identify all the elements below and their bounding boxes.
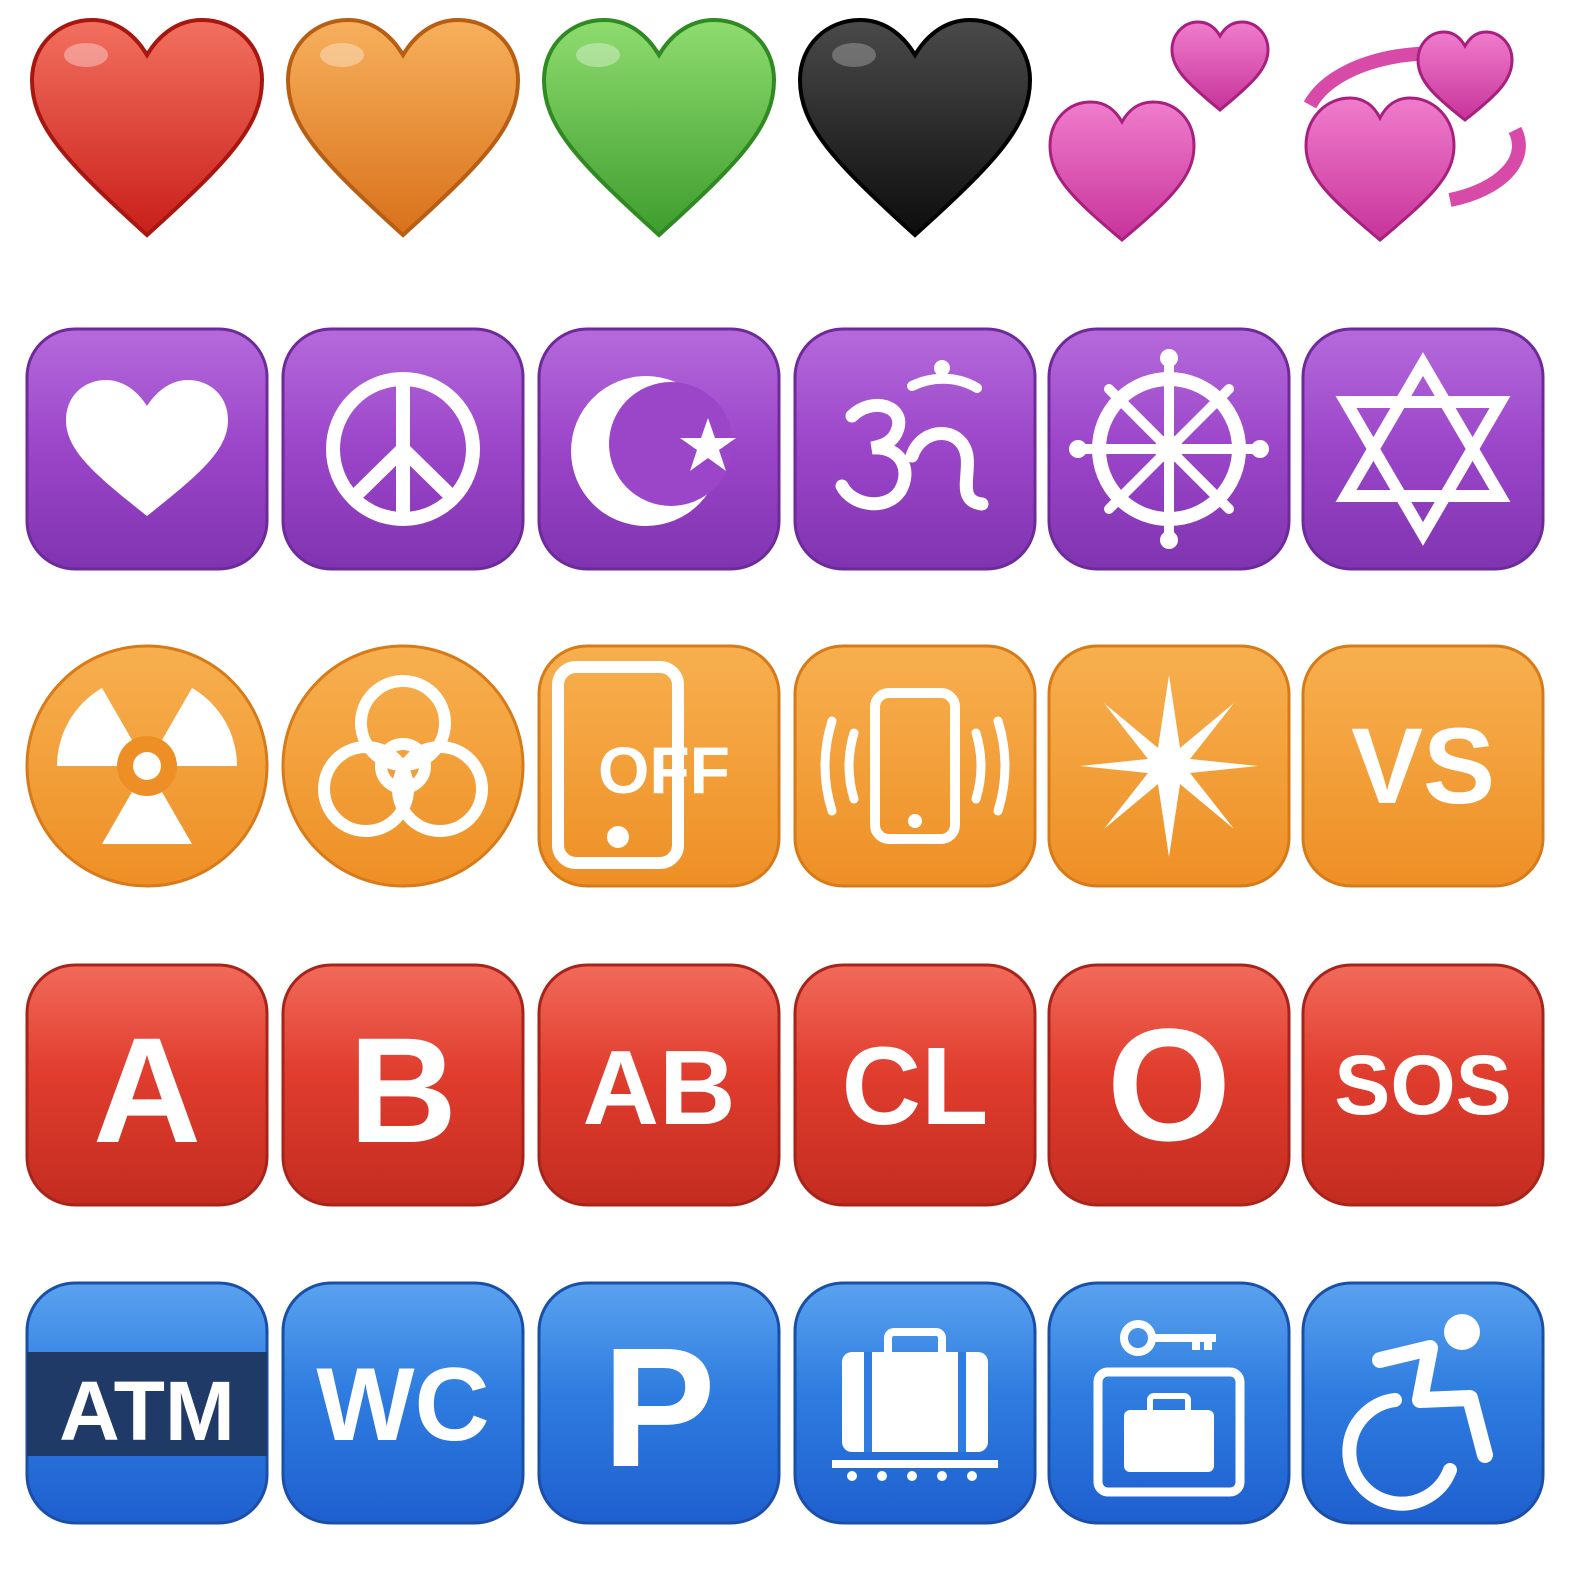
two-hearts-icon xyxy=(1046,10,1292,256)
ab-label: AB xyxy=(582,1029,735,1147)
green-heart-icon xyxy=(536,10,782,256)
sos-label: SOS xyxy=(1334,1038,1511,1132)
cl-label: CL xyxy=(842,1025,989,1148)
sos-button-icon: SOS xyxy=(1300,962,1546,1208)
atm-label: ATM xyxy=(59,1364,235,1458)
emoji-grid: OFF VS A B AB CL O SOS ATM WC P xyxy=(0,0,1584,1592)
water-closet-icon: WC xyxy=(280,1280,526,1526)
vs-button-icon: VS xyxy=(1300,643,1546,889)
off-label: OFF xyxy=(598,733,730,807)
revolving-hearts-icon xyxy=(1300,10,1546,256)
biohazard-icon xyxy=(280,643,526,889)
vs-label: VS xyxy=(1351,705,1495,826)
o-button-icon: O xyxy=(1046,962,1292,1208)
ab-button-icon: AB xyxy=(536,962,782,1208)
p-button-icon: P xyxy=(536,1280,782,1526)
b-label: B xyxy=(349,1006,457,1174)
o-label: O xyxy=(1107,995,1231,1174)
orange-heart-icon xyxy=(280,10,526,256)
star-and-crescent-icon xyxy=(536,326,782,572)
eight-pointed-star-icon xyxy=(1046,643,1292,889)
cl-button-icon: CL xyxy=(792,962,1038,1208)
heart-decoration-icon xyxy=(24,326,270,572)
a-label: A xyxy=(93,1006,201,1174)
p-label: P xyxy=(602,1313,715,1503)
mobile-phone-off-icon: OFF xyxy=(536,643,782,889)
atm-sign-icon: ATM xyxy=(24,1280,270,1526)
vibration-mode-icon xyxy=(792,643,1038,889)
wheelchair-symbol-icon xyxy=(1300,1280,1546,1526)
a-button-icon: A xyxy=(24,962,270,1208)
b-button-icon: B xyxy=(280,962,526,1208)
radioactive-icon xyxy=(24,643,270,889)
black-heart-icon xyxy=(792,10,1038,256)
baggage-claim-icon xyxy=(792,1280,1038,1526)
star-of-david-icon xyxy=(1300,326,1546,572)
om-icon xyxy=(792,326,1038,572)
wc-label: WC xyxy=(316,1347,489,1463)
peace-symbol-icon xyxy=(280,326,526,572)
red-heart-icon xyxy=(24,10,270,256)
left-luggage-icon xyxy=(1046,1280,1292,1526)
wheel-of-dharma-icon xyxy=(1046,326,1292,572)
